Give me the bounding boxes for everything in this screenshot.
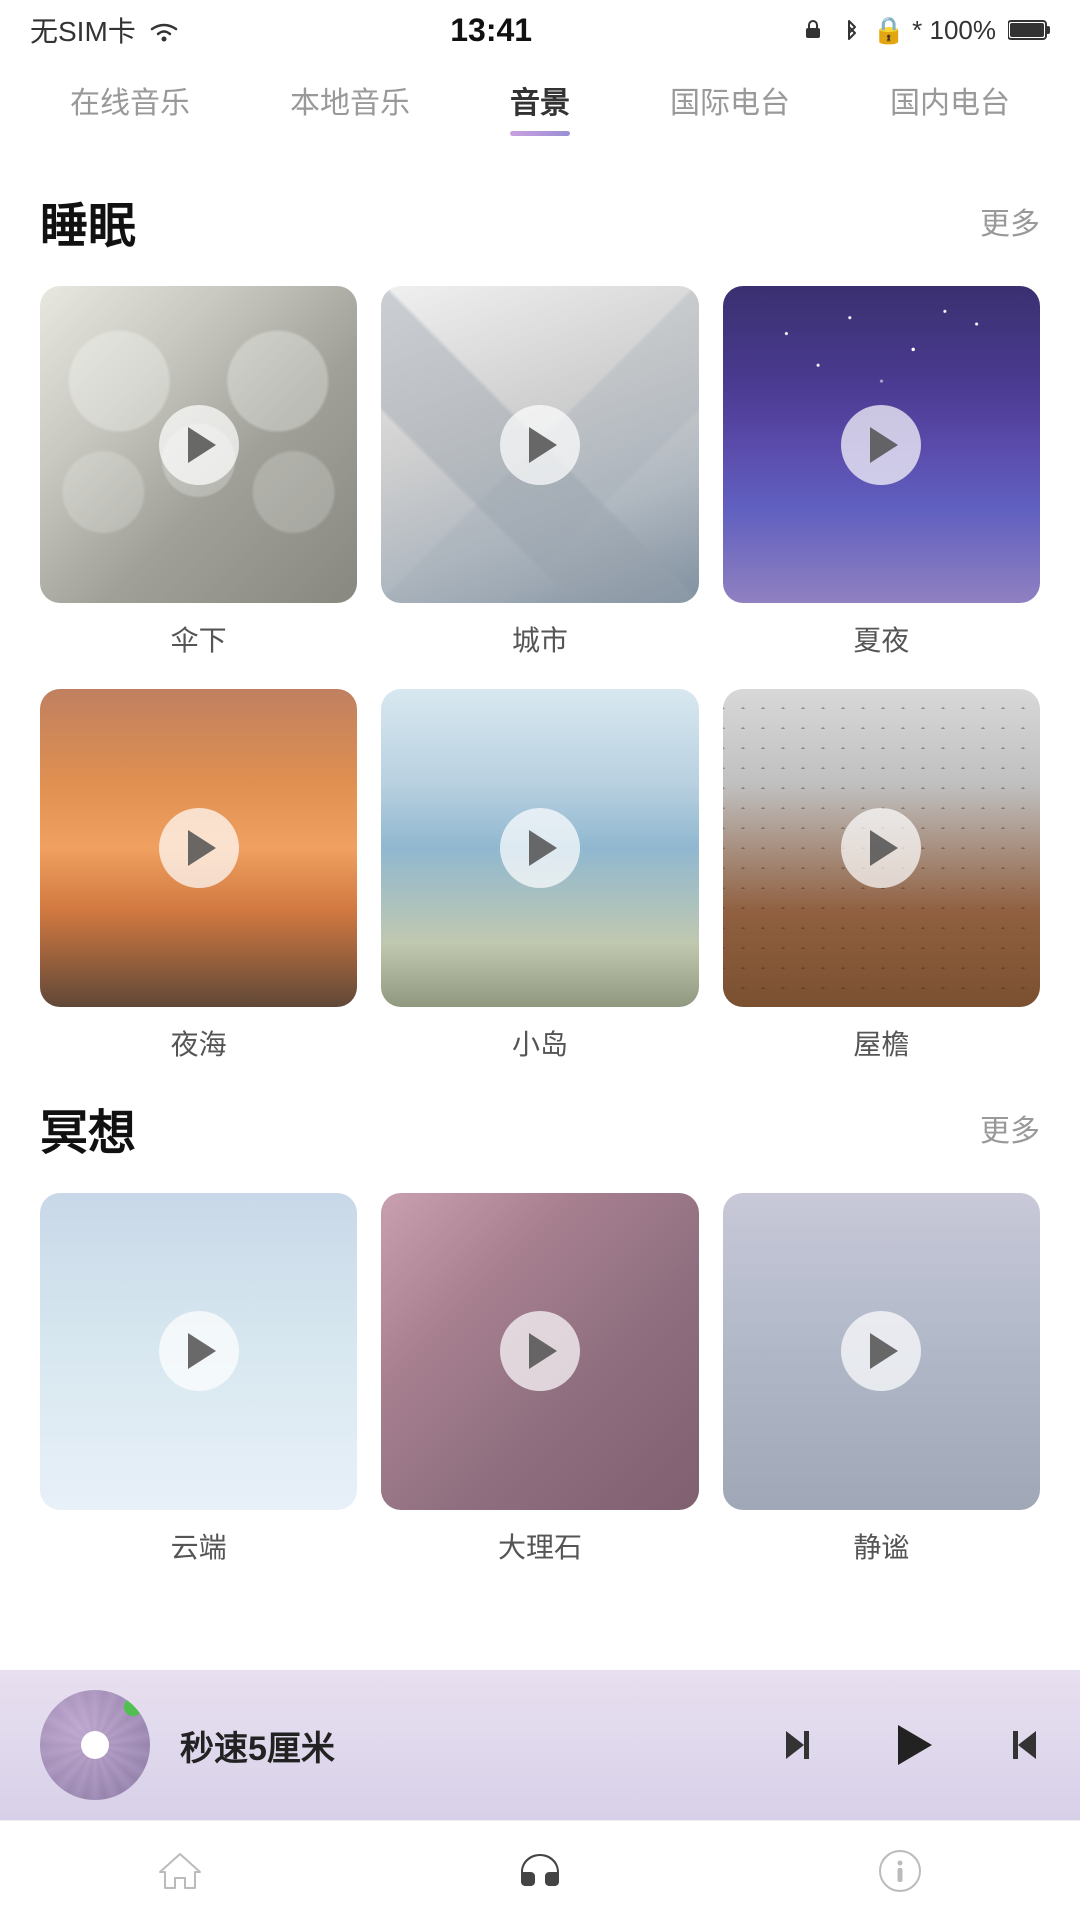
thumb-marble	[381, 1193, 698, 1510]
label-clouds: 云端	[171, 1526, 227, 1566]
thumb-night-sea	[40, 689, 357, 1006]
battery-icon	[1008, 19, 1050, 41]
nav-info[interactable]	[845, 1836, 955, 1906]
sleep-grid-row2: 夜海 小岛 屋檐	[40, 689, 1040, 1062]
thumb-city	[381, 286, 698, 603]
info-icon	[875, 1846, 925, 1896]
player-prev-button[interactable]	[782, 1723, 826, 1767]
label-summer-night: 夏夜	[853, 619, 909, 659]
status-time: 13:41	[450, 12, 532, 49]
play-btn-city[interactable]	[500, 405, 580, 485]
play-btn-clouds[interactable]	[159, 1311, 239, 1391]
meditation-grid: 云端 大理石 静谧	[40, 1193, 1040, 1566]
meditation-more-button[interactable]: 更多	[980, 1106, 1040, 1150]
player-song-title: 秒速5厘米	[180, 1721, 752, 1770]
play-btn-eave[interactable]	[841, 808, 921, 888]
sleep-grid-row1: 伞下 城市 夏夜	[40, 286, 1040, 659]
player-play-button[interactable]	[876, 1710, 946, 1780]
player-album-art[interactable]	[40, 1690, 150, 1800]
play-btn-umbrella[interactable]	[159, 405, 239, 485]
status-bar: 无SIM卡 13:41 🔒 * 100%	[0, 0, 1080, 60]
grid-item-meditation3[interactable]: 静谧	[723, 1193, 1040, 1566]
label-marble: 大理石	[498, 1526, 582, 1566]
label-eave: 屋檐	[853, 1023, 909, 1063]
player-controls	[782, 1710, 1040, 1780]
meditation-title: 冥想	[40, 1093, 136, 1163]
bottom-nav	[0, 1820, 1080, 1920]
thumb-island	[381, 689, 698, 1006]
sim-status: 无SIM卡	[30, 10, 136, 50]
label-city: 城市	[512, 619, 568, 659]
prev-icon	[782, 1723, 826, 1767]
label-meditation3: 静谧	[853, 1526, 909, 1566]
grid-item-marble[interactable]: 大理石	[381, 1193, 698, 1566]
main-content: 睡眠 更多 伞下 城市 夏夜	[0, 136, 1080, 1796]
grid-item-umbrella[interactable]: 伞下	[40, 286, 357, 659]
grid-item-summer-night[interactable]: 夏夜	[723, 286, 1040, 659]
play-btn-summer-night[interactable]	[841, 405, 921, 485]
label-umbrella: 伞下	[171, 619, 227, 659]
grid-item-clouds[interactable]: 云端	[40, 1193, 357, 1566]
grid-item-city[interactable]: 城市	[381, 286, 698, 659]
nav-home[interactable]	[125, 1836, 235, 1906]
sleep-section-header: 睡眠 更多	[40, 186, 1040, 256]
grid-item-night-sea[interactable]: 夜海	[40, 689, 357, 1062]
thumb-clouds	[40, 1193, 357, 1510]
thumb-summer-night	[723, 286, 1040, 603]
tab-domestic-radio[interactable]: 国内电台	[890, 78, 1010, 136]
battery-percent: 🔒 * 100%	[873, 15, 996, 46]
player-bar: 秒速5厘米	[0, 1670, 1080, 1820]
thumb-umbrella	[40, 286, 357, 603]
sleep-more-button[interactable]: 更多	[980, 199, 1040, 243]
tab-bar: 在线音乐 本地音乐 音景 国际电台 国内电台	[0, 60, 1080, 136]
grid-item-eave[interactable]: 屋檐	[723, 689, 1040, 1062]
grid-item-island[interactable]: 小岛	[381, 689, 698, 1062]
headphones-icon	[515, 1846, 565, 1896]
label-night-sea: 夜海	[171, 1023, 227, 1063]
thumb-meditation3	[723, 1193, 1040, 1510]
label-island: 小岛	[512, 1023, 568, 1063]
tab-online-music[interactable]: 在线音乐	[70, 78, 190, 136]
lock-icon	[801, 18, 825, 42]
tab-local-music[interactable]: 本地音乐	[290, 78, 410, 136]
tab-intl-radio[interactable]: 国际电台	[670, 78, 790, 136]
nav-music[interactable]	[485, 1836, 595, 1906]
player-online-dot	[124, 1698, 142, 1716]
sleep-title: 睡眠	[40, 186, 136, 256]
play-btn-meditation3[interactable]	[841, 1311, 921, 1391]
meditation-section-header: 冥想 更多	[40, 1093, 1040, 1163]
status-left: 无SIM卡	[30, 10, 182, 50]
home-icon	[155, 1846, 205, 1896]
wifi-icon	[146, 17, 182, 43]
bluetooth-icon	[837, 18, 861, 42]
thumb-eave	[723, 689, 1040, 1006]
play-btn-night-sea[interactable]	[159, 808, 239, 888]
next-icon	[996, 1723, 1040, 1767]
status-right: 🔒 * 100%	[801, 15, 1050, 46]
play-btn-island[interactable]	[500, 808, 580, 888]
tab-soundscape[interactable]: 音景	[510, 78, 570, 136]
player-next-button[interactable]	[996, 1723, 1040, 1767]
play-btn-marble[interactable]	[500, 1311, 580, 1391]
